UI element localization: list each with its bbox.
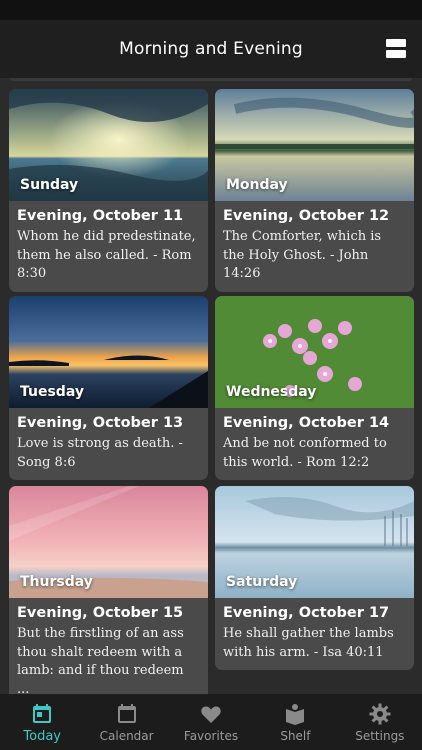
status-bar	[0, 0, 422, 20]
card-text: He shall gather the lambs with his arm. …	[223, 626, 394, 660]
card-title: Evening, October 15	[17, 605, 184, 621]
devotion-card-thursday[interactable]: Thursday Evening, October 15 But the fir…	[9, 486, 208, 707]
card-image: Saturday	[215, 486, 414, 598]
card-day: Wednesday	[226, 384, 317, 400]
devotion-card-tuesday[interactable]: Tuesday Evening, October 13 Love is stro…	[9, 296, 208, 480]
card-image: Wednesday	[215, 296, 414, 408]
book-icon	[286, 704, 305, 725]
card-text: Whom he did predestinate, them he also c…	[17, 229, 196, 281]
card-image: Sunday	[9, 89, 208, 201]
card-image: Thursday	[9, 486, 208, 598]
card-day: Tuesday	[20, 384, 84, 400]
menu-icon[interactable]	[386, 39, 406, 59]
card-text: And be not conformed to this world. - Ro…	[223, 436, 387, 470]
devotion-card-saturday[interactable]: Saturday Evening, October 17 He shall ga…	[215, 486, 414, 670]
tab-label: Today	[23, 729, 61, 744]
card-title: Evening, October 17	[223, 605, 390, 621]
tab-settings[interactable]: Settings	[338, 694, 422, 750]
tab-label: Favorites	[183, 729, 239, 743]
card-title: Evening, October 13	[17, 415, 184, 431]
card-day: Saturday	[226, 574, 298, 590]
tab-label: Settings	[355, 729, 405, 743]
nav-bar: Morning and Evening	[0, 20, 422, 78]
card-day: Monday	[226, 177, 288, 193]
page-title: Morning and Evening	[119, 39, 303, 59]
scroll-edge	[10, 78, 412, 81]
card-day: Thursday	[20, 574, 93, 590]
calendar-icon	[117, 704, 136, 723]
devotion-card-monday[interactable]: Monday Evening, October 12 The Comforter…	[215, 89, 414, 292]
card-image: Monday	[215, 89, 414, 201]
heart-icon	[201, 706, 221, 723]
calendar-today-icon	[33, 704, 52, 723]
tab-label: Shelf	[280, 729, 311, 743]
card-title: Evening, October 14	[223, 415, 390, 431]
tab-favorites[interactable]: Favorites	[169, 694, 253, 750]
tab-label: Calendar	[99, 729, 154, 743]
card-text: The Comforter, which is the Holy Ghost. …	[223, 229, 382, 281]
tab-today[interactable]: Today	[0, 694, 84, 750]
tab-shelf[interactable]: Shelf	[253, 694, 337, 750]
card-image: Tuesday	[9, 296, 208, 408]
card-title: Evening, October 11	[17, 208, 184, 224]
tab-bar: Today Calendar Favorites Shelf Settings	[0, 694, 422, 750]
card-text: Love is strong as death. - Song 8:6	[17, 436, 183, 470]
devotion-card-sunday[interactable]: Sunday Evening, October 11 Whom he did p…	[9, 89, 208, 292]
card-title: Evening, October 12	[223, 208, 390, 224]
gear-icon	[369, 703, 391, 725]
devotion-card-wednesday[interactable]: Wednesday Evening, October 14 And be not…	[215, 296, 414, 480]
card-day: Sunday	[20, 177, 79, 193]
tab-calendar[interactable]: Calendar	[84, 694, 168, 750]
